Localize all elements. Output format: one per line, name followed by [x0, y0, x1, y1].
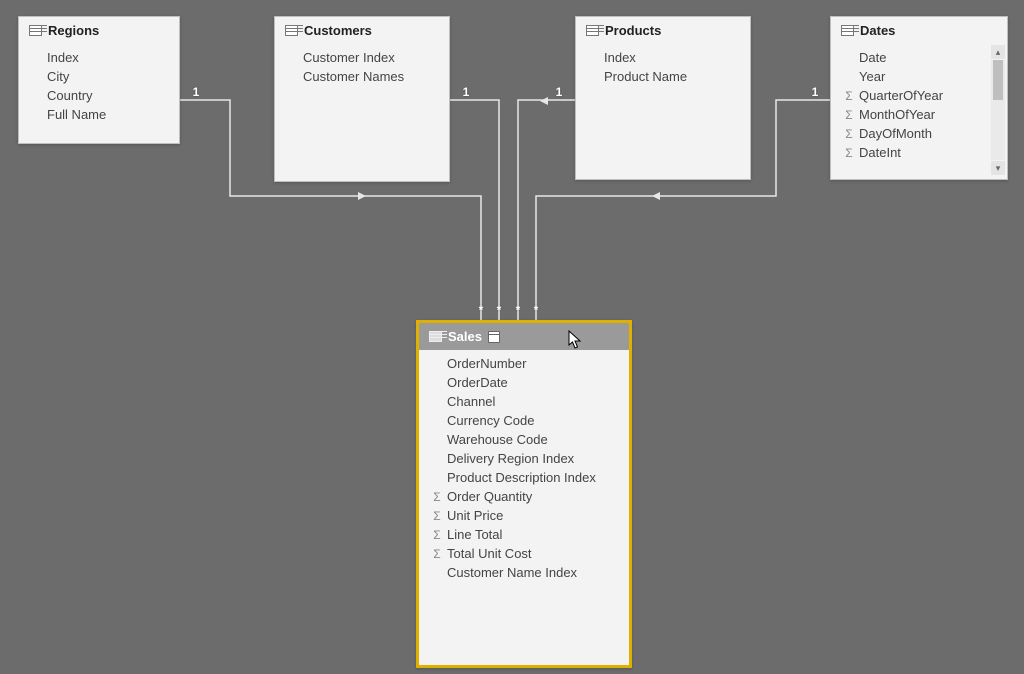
- table-title: Customers: [304, 23, 372, 38]
- field-list: OrderNumber OrderDate Channel Currency C…: [419, 350, 629, 590]
- cardinality-one: 1: [193, 85, 200, 99]
- field[interactable]: Index: [576, 48, 750, 67]
- field-list: Index Product Name: [576, 44, 750, 94]
- field[interactable]: ΣQuarterOfYear: [831, 86, 991, 105]
- field[interactable]: ΣDayOfMonth: [831, 124, 991, 143]
- sigma-icon: Σ: [431, 529, 443, 541]
- cardinality-one: 1: [556, 85, 563, 99]
- field[interactable]: Date: [831, 48, 991, 67]
- field[interactable]: Delivery Region Index: [419, 449, 629, 468]
- sigma-icon: Σ: [843, 128, 855, 140]
- cardinality-one: 1: [812, 85, 819, 99]
- field[interactable]: Country: [19, 86, 179, 105]
- field[interactable]: ΣLine Total: [419, 525, 629, 544]
- table-sales[interactable]: Sales OrderNumber OrderDate Channel Curr…: [416, 320, 632, 668]
- field[interactable]: City: [19, 67, 179, 86]
- field[interactable]: ΣDateInt: [831, 143, 991, 162]
- table-icon: [429, 331, 442, 342]
- table-dates[interactable]: Dates Date Year ΣQuarterOfYear ΣMonthOfY…: [830, 16, 1008, 180]
- table-icon: [285, 25, 298, 36]
- field[interactable]: ΣOrder Quantity: [419, 487, 629, 506]
- field[interactable]: Customer Names: [275, 67, 449, 86]
- field-list: Customer Index Customer Names: [275, 44, 449, 94]
- sigma-icon: Σ: [843, 109, 855, 121]
- field[interactable]: Full Name: [19, 105, 179, 124]
- table-icon: [586, 25, 599, 36]
- date-table-icon: [488, 331, 500, 343]
- field[interactable]: OrderNumber: [419, 354, 629, 373]
- table-header[interactable]: Regions: [19, 17, 179, 44]
- sigma-icon: Σ: [843, 90, 855, 102]
- cardinality-many: *: [497, 303, 502, 317]
- scroll-up-icon[interactable]: ▴: [991, 45, 1005, 59]
- table-title: Sales: [448, 329, 482, 344]
- table-icon: [29, 25, 42, 36]
- field[interactable]: Index: [19, 48, 179, 67]
- table-icon: [841, 25, 854, 36]
- model-canvas[interactable]: 1 1 1 1 * * * * Regions Index City Count…: [0, 0, 1024, 674]
- field-list: Date Year ΣQuarterOfYear ΣMonthOfYear ΣD…: [831, 44, 1007, 170]
- cardinality-many: *: [516, 303, 521, 317]
- field[interactable]: Customer Index: [275, 48, 449, 67]
- field[interactable]: OrderDate: [419, 373, 629, 392]
- table-title: Dates: [860, 23, 895, 38]
- field[interactable]: ΣTotal Unit Cost: [419, 544, 629, 563]
- table-title: Regions: [48, 23, 99, 38]
- table-header[interactable]: Customers: [275, 17, 449, 44]
- field[interactable]: ΣUnit Price: [419, 506, 629, 525]
- field[interactable]: Product Name: [576, 67, 750, 86]
- table-regions[interactable]: Regions Index City Country Full Name: [18, 16, 180, 144]
- table-title: Products: [605, 23, 661, 38]
- cardinality-many: *: [534, 303, 539, 317]
- sigma-icon: Σ: [431, 548, 443, 560]
- field-list: Index City Country Full Name: [19, 44, 179, 132]
- sigma-icon: Σ: [431, 491, 443, 503]
- cardinality-one: 1: [463, 85, 470, 99]
- field[interactable]: Currency Code: [419, 411, 629, 430]
- table-header[interactable]: Sales: [419, 323, 629, 350]
- table-customers[interactable]: Customers Customer Index Customer Names: [274, 16, 450, 182]
- table-header[interactable]: Products: [576, 17, 750, 44]
- field[interactable]: Year: [831, 67, 991, 86]
- cardinality-many: *: [479, 303, 484, 317]
- sigma-icon: Σ: [431, 510, 443, 522]
- scrollbar[interactable]: ▴ ▾: [991, 45, 1005, 175]
- field[interactable]: ΣMonthOfYear: [831, 105, 991, 124]
- scroll-down-icon[interactable]: ▾: [991, 161, 1005, 175]
- field[interactable]: Product Description Index: [419, 468, 629, 487]
- field[interactable]: Customer Name Index: [419, 563, 629, 582]
- field[interactable]: Warehouse Code: [419, 430, 629, 449]
- table-header[interactable]: Dates: [831, 17, 1007, 44]
- scroll-track[interactable]: [991, 60, 1005, 160]
- field[interactable]: Channel: [419, 392, 629, 411]
- scroll-thumb[interactable]: [993, 60, 1003, 100]
- sigma-icon: Σ: [843, 147, 855, 159]
- table-products[interactable]: Products Index Product Name: [575, 16, 751, 180]
